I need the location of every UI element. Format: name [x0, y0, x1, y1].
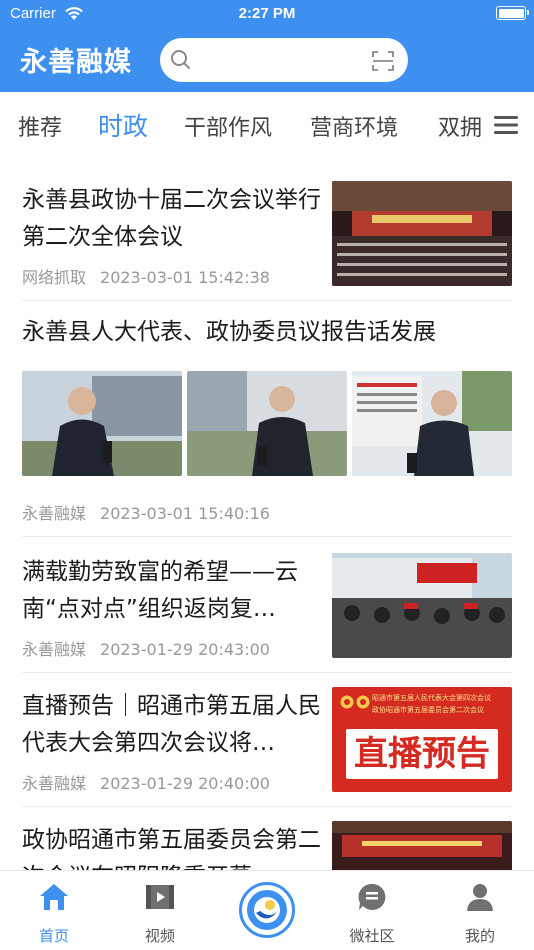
news-image-2[interactable]: [187, 371, 347, 476]
community-chat-icon: [358, 883, 386, 910]
hamburger-menu-icon[interactable]: [494, 114, 518, 136]
live-center-button[interactable]: [239, 882, 295, 938]
tab-recommend[interactable]: 推荐: [18, 110, 62, 142]
tab-business-environment[interactable]: 营商环境: [310, 110, 398, 142]
news-item[interactable]: 满载勤劳致富的希望——云南“点对点”组织返岗复… 永善融媒 2023-01-29 …: [0, 552, 534, 672]
emblem-icon: [356, 695, 370, 709]
news-item[interactable]: 政协昭通市第五届委员会第二次会议在昭阳隆重开幕: [0, 820, 534, 870]
divider: [22, 300, 512, 301]
tabbar-home[interactable]: 首页: [4, 871, 104, 950]
search-input[interactable]: [200, 46, 350, 74]
news-time: 2023-03-01 15:40:16: [100, 504, 270, 523]
tabbar-community[interactable]: 微社区: [322, 871, 422, 950]
news-source: 永善融媒: [22, 504, 87, 523]
thumb-big-text: 直播预告: [354, 734, 490, 774]
news-meta: 网络抓取 2023-03-01 15:42:38: [22, 264, 270, 288]
news-time: 2023-01-29 20:43:00: [100, 640, 270, 659]
live-preview-thumbnail[interactable]: 昭通市第五届人民代表大会第四次会议 政协昭通市第五届委员会第二次会议 直播预告: [332, 687, 512, 792]
video-icon: [146, 885, 174, 909]
thumb-line-1: 昭通市第五届人民代表大会第四次会议: [372, 694, 491, 702]
emblem-icon: [340, 695, 354, 709]
live-center-icon: [247, 890, 287, 930]
status-bar: Carrier 2:27 PM: [0, 0, 534, 28]
profile-icon: [467, 884, 493, 911]
news-item[interactable]: 永善县政协十届二次会议举行第二次全体会议 网络抓取 2023-03-01 15:4…: [0, 180, 534, 300]
thumb-line-2: 政协昭通市第五届委员会第二次会议: [372, 706, 484, 714]
divider: [22, 672, 512, 673]
tabbar-video[interactable]: 视频: [110, 871, 210, 950]
battery-icon: [496, 6, 529, 20]
channel-tabs: 推荐 时政 干部作风 营商环境 双拥: [0, 92, 534, 156]
news-time: 2023-01-29 20:40:00: [100, 774, 270, 793]
news-title[interactable]: 政协昭通市第五届委员会第二次会议在昭阳隆重开幕: [22, 822, 322, 870]
news-item[interactable]: 直播预告｜昭通市第五届人民代表大会第四次会议将… 永善融媒 2023-01-29 …: [0, 686, 534, 806]
news-meta: 永善融媒 2023-01-29 20:40:00: [22, 770, 270, 794]
news-image-1[interactable]: [22, 371, 182, 476]
tabbar-label: 微社区: [349, 927, 395, 945]
search-icon: [171, 50, 190, 69]
news-source: 网络抓取: [22, 268, 87, 287]
news-meta: 永善融媒 2023-01-29 20:43:00: [22, 636, 270, 660]
app-header: Carrier 2:27 PM 永善融媒: [0, 0, 534, 92]
news-item[interactable]: 永善县人大代表、政协委员议报告话发展 永善融媒 2023-03-01 15:40:…: [0, 314, 534, 534]
app-title: 永善融媒: [20, 47, 132, 78]
news-title[interactable]: 直播预告｜昭通市第五届人民代表大会第四次会议将…: [22, 688, 322, 762]
clock: 2:27 PM: [238, 5, 296, 22]
news-source: 永善融媒: [22, 774, 87, 793]
news-image-3[interactable]: [352, 371, 512, 476]
tabbar-label: 首页: [38, 927, 69, 945]
tab-cadre-style[interactable]: 干部作风: [184, 110, 272, 142]
tab-politics[interactable]: 时政: [98, 107, 148, 143]
news-thumbnail[interactable]: [332, 821, 512, 870]
news-time: 2023-03-01 15:42:38: [100, 268, 270, 287]
tabbar-label: 视频: [144, 927, 175, 945]
news-source: 永善融媒: [22, 640, 87, 659]
scan-icon[interactable]: [372, 50, 394, 72]
tab-dual-support[interactable]: 双拥: [438, 110, 482, 142]
divider: [22, 806, 512, 807]
news-thumbnail[interactable]: [332, 181, 512, 286]
search-bar[interactable]: [160, 38, 408, 82]
tabbar-profile[interactable]: 我的: [430, 871, 530, 950]
news-title[interactable]: 永善县人大代表、政协委员议报告话发展: [22, 314, 512, 351]
news-title[interactable]: 满载勤劳致富的希望——云南“点对点”组织返岗复…: [22, 554, 322, 628]
news-meta: 永善融媒 2023-03-01 15:40:16: [22, 500, 270, 524]
news-title[interactable]: 永善县政协十届二次会议举行第二次全体会议: [22, 182, 322, 256]
tabbar-label: 我的: [464, 927, 495, 945]
home-icon: [40, 884, 68, 910]
news-thumbnail[interactable]: [332, 553, 512, 658]
divider: [22, 536, 512, 537]
